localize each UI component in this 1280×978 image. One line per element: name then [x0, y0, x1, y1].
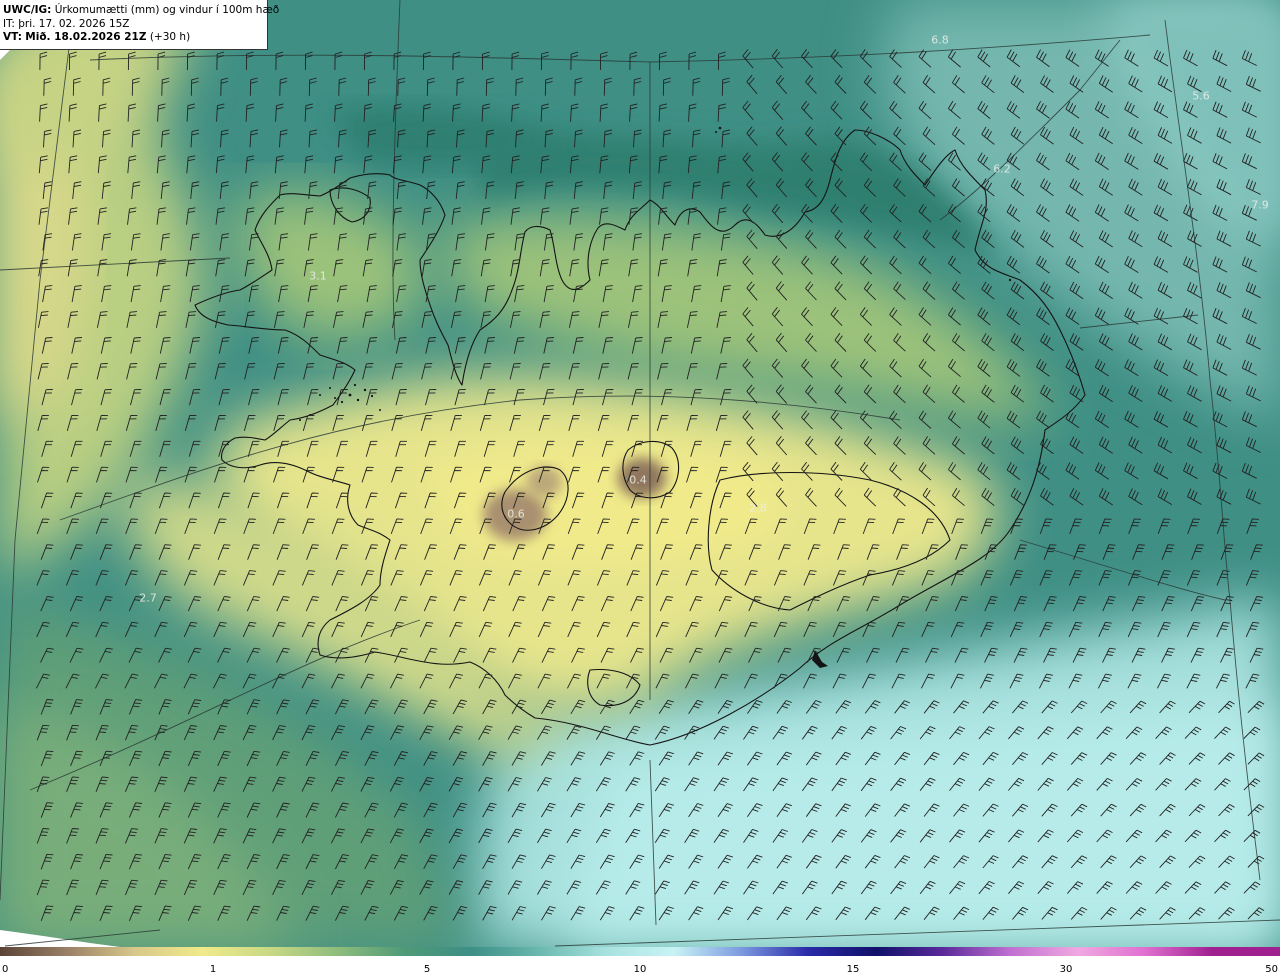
value-label: 7.9: [1251, 198, 1269, 212]
value-label: 6.2: [993, 162, 1011, 176]
map-view[interactable]: 5.6 7.9 6.2 6.8 3.1 0.6 0.4 2.8 2.7 UWC/…: [0, 0, 1280, 947]
colorbar-segment: [1145, 947, 1213, 956]
colorbar-segment: [808, 947, 876, 956]
colorbar-segment: [1077, 947, 1146, 956]
value-label: 0.4: [629, 473, 647, 487]
colorbar-tick: 15: [846, 964, 860, 975]
colorbar-segment: [134, 947, 203, 956]
value-label: 3.1: [309, 269, 327, 283]
colorbar-tick: 5: [423, 964, 431, 975]
colorbar-strip: [0, 947, 1280, 956]
colorbar-segment: [336, 947, 405, 956]
colorbar-tick: 10: [633, 964, 647, 975]
issue-time: IT: þri. 17. 02. 2026 15Z: [3, 17, 130, 30]
colorbar-tick: 50: [1265, 964, 1278, 975]
product-title-line: UWC/IG: Úrkomumætti (mm) og vindur í 100…: [3, 4, 280, 16]
colorbar-tick: 0: [2, 964, 9, 975]
colorbar-segment: [471, 947, 539, 956]
colorbar-segment: [269, 947, 337, 956]
valid-time-line: VT: Mið. 18.02.2026 21Z (+30 h): [3, 31, 191, 43]
value-label: 5.6: [1192, 89, 1210, 103]
colorbar-segment: [67, 947, 135, 956]
colorbar-segment: [1010, 947, 1078, 956]
map-title-box: UWC/IG: Úrkomumætti (mm) og vindur í 100…: [0, 0, 280, 50]
colorbar-segment: [538, 947, 607, 956]
colorbar-segment: [875, 947, 944, 956]
colorbar-tick: 30: [1059, 964, 1073, 975]
value-label: 2.8: [749, 501, 767, 515]
colorbar: 0 1 5 10 15 30 50: [0, 947, 1280, 978]
colorbar-segment: [202, 947, 270, 956]
colorbar-segment: [606, 947, 674, 956]
colorbar-segment: [673, 947, 741, 956]
colorbar-segment: [404, 947, 472, 956]
colorbar-tick: 1: [209, 964, 217, 975]
value-label: 2.7: [139, 591, 157, 605]
colorbar-segment: [1212, 947, 1280, 956]
colorbar-segment: [740, 947, 809, 956]
colorbar-segment: [943, 947, 1011, 956]
colorbar-segment: [0, 947, 68, 956]
value-label: 0.6: [507, 507, 525, 521]
value-label: 6.8: [931, 33, 949, 47]
